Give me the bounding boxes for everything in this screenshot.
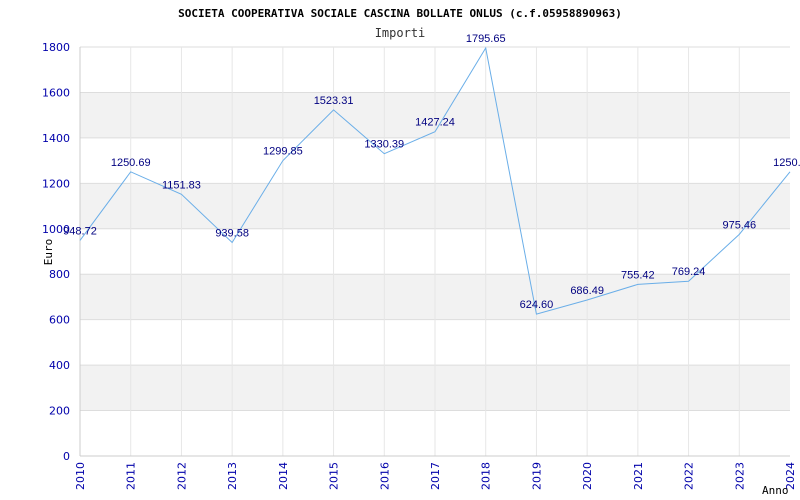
x-tick-label: 2017: [429, 462, 442, 490]
x-tick-label: 2020: [581, 462, 594, 490]
y-tick-label: 400: [49, 359, 70, 372]
y-tick-label: 1600: [42, 86, 70, 99]
data-label: 755.42: [621, 269, 655, 281]
data-label: 939.58: [215, 228, 249, 240]
x-tick-label: 2014: [277, 462, 290, 490]
x-axis-label: Anno: [762, 484, 789, 497]
x-tick-label: 2011: [125, 462, 138, 490]
data-label: 1299.85: [263, 146, 303, 158]
data-label: 948.72: [63, 225, 97, 237]
data-label: 975.46: [722, 219, 756, 231]
data-label: 686.49: [570, 285, 604, 297]
x-tick-label: 2013: [226, 462, 239, 490]
data-label: 1250.69: [111, 157, 151, 169]
y-tick-label: 600: [49, 314, 70, 327]
data-label: 1523.31: [314, 95, 354, 107]
data-label: 624.60: [520, 299, 554, 311]
y-tick-label: 0: [63, 450, 70, 463]
data-label: 1151.83: [162, 179, 201, 191]
data-label: 1330.39: [364, 139, 404, 151]
x-tick-label: 2016: [378, 462, 391, 490]
y-axis-label: Euro: [42, 239, 55, 266]
x-tick-label: 2012: [175, 462, 188, 490]
y-tick-label: 1800: [42, 41, 70, 54]
chart-title: SOCIETA COOPERATIVA SOCIALE CASCINA BOLL…: [178, 7, 622, 20]
line-chart: SOCIETA COOPERATIVA SOCIALE CASCINA BOLL…: [42, 7, 800, 497]
x-tick-label: 2010: [74, 462, 87, 490]
x-tick-label: 2021: [632, 462, 645, 490]
data-label: 1795.65: [466, 33, 506, 45]
y-tick-label: 200: [49, 405, 70, 418]
data-labels: 948.72 1250.69 1151.83 939.58 1299.85 1523.31…: [63, 33, 800, 311]
x-tick-label: 2023: [733, 462, 746, 490]
x-tick-label: 2022: [683, 462, 696, 490]
x-tick-labels: 2010 2011 2012 2013 2014 2015 2016 2017 2018 2019…: [74, 462, 797, 490]
y-tick-label: 800: [49, 268, 70, 281]
data-label: 1427.24: [415, 117, 455, 129]
data-label: 1250.7: [773, 157, 800, 169]
x-tick-label: 2019: [530, 462, 543, 490]
y-tick-label: 1200: [42, 177, 70, 190]
data-label: 769.24: [672, 266, 706, 278]
y-tick-label: 1400: [42, 132, 70, 145]
x-tick-label: 2018: [480, 462, 493, 490]
x-tick-label: 2015: [328, 462, 341, 490]
chart-subtitle: Importi: [375, 26, 426, 40]
